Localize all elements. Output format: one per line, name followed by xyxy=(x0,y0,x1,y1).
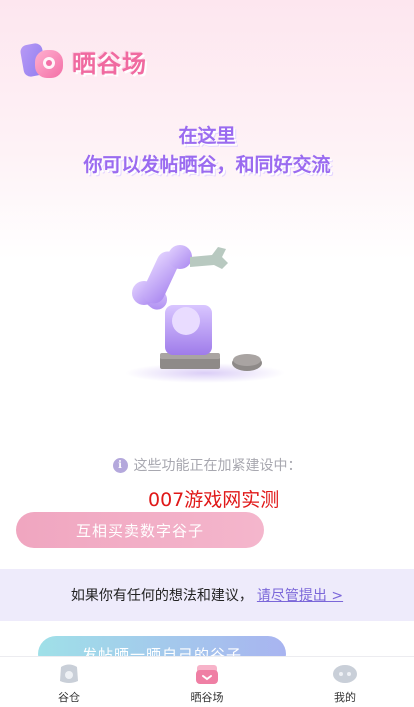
tab-barn-label: 谷仓 xyxy=(58,691,80,704)
hero-title: 在这里 你可以发帖晒谷，和同好交流 xyxy=(0,122,414,180)
logo-text: 晒谷场 xyxy=(72,49,147,78)
robot-arm-illustration xyxy=(125,245,285,383)
info-icon: i xyxy=(112,457,128,473)
tab-profile-label: 我的 xyxy=(334,691,356,704)
hero-line-1: 在这里 xyxy=(178,125,236,147)
logo-icon xyxy=(20,43,63,78)
tab-threshing-floor[interactable]: 晒谷场 xyxy=(138,657,276,707)
tab-profile[interactable]: 我的 xyxy=(276,657,414,707)
notice-text: 这些功能正在加紧建设中： xyxy=(133,458,302,474)
profile-icon xyxy=(333,665,357,683)
app-logo: 晒谷场 xyxy=(18,40,147,82)
feedback-link[interactable]: 请尽管提出 > xyxy=(257,585,343,605)
feedback-text: 如果你有任何的想法和建议， xyxy=(70,588,253,604)
tab-threshing-floor-label: 晒谷场 xyxy=(190,691,224,704)
tab-barn[interactable]: 谷仓 xyxy=(0,657,138,707)
trade-feature-button[interactable]: 互相买卖数字谷子 xyxy=(16,512,264,548)
bottom-tab-bar: 谷仓 晒谷场 我的 xyxy=(0,656,414,707)
construction-notice: i 这些功能正在加紧建设中： xyxy=(0,455,414,475)
watermark-text: 007游戏网实测 xyxy=(148,489,280,511)
barn-icon xyxy=(60,664,78,683)
threshing-floor-icon xyxy=(196,665,218,684)
hero-line-2: 你可以发帖晒谷，和同好交流 xyxy=(83,154,331,176)
feedback-banner: 如果你有任何的想法和建议， 请尽管提出 > xyxy=(0,569,414,621)
